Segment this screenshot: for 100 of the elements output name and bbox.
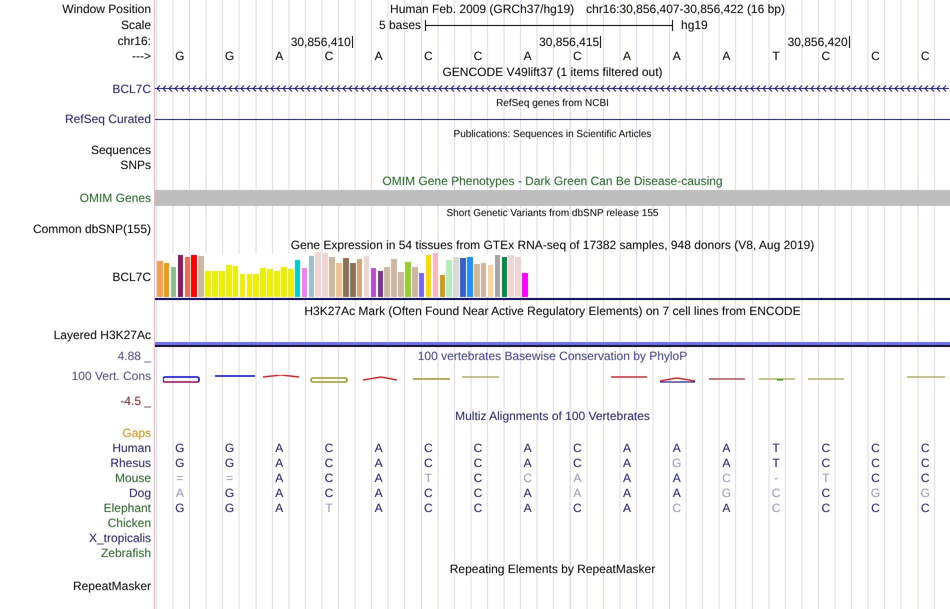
track-label[interactable]: X_tropicalis xyxy=(88,532,151,544)
position-tick: 30,856,415 xyxy=(539,36,602,48)
base-letter: C xyxy=(424,502,433,514)
base-letter: C xyxy=(920,456,930,468)
base-letter: C xyxy=(871,50,880,62)
base-letter: C xyxy=(573,442,582,454)
position-tick: 30,856,410 xyxy=(290,36,353,48)
track-label[interactable]: 4.88 _ xyxy=(118,350,151,362)
gene-strand-drawing[interactable] xyxy=(155,84,949,93)
base-letter: C xyxy=(920,472,930,484)
base-letter: A xyxy=(275,442,284,454)
base-letter: T xyxy=(424,472,432,484)
base-letter: A xyxy=(623,472,632,484)
track-label[interactable]: Layered H3K27Ac xyxy=(54,328,151,340)
base-letter: A xyxy=(374,50,383,62)
base-letter: A xyxy=(275,486,284,498)
base-letter: - xyxy=(774,472,778,484)
base-letter: G xyxy=(870,486,880,498)
track-label[interactable]: ---> xyxy=(132,50,151,62)
base-letter: A xyxy=(573,486,582,498)
base-letter: G xyxy=(224,486,234,498)
track-label[interactable]: Common dbSNP(155) xyxy=(32,222,151,234)
track-label[interactable]: chr16: xyxy=(118,34,151,46)
track-label[interactable]: Human xyxy=(112,442,151,454)
base-letter: C xyxy=(772,502,780,514)
base-letter: C xyxy=(871,502,880,514)
track-label[interactable]: Window Position xyxy=(62,2,151,14)
base-letter: A xyxy=(275,456,284,468)
base-letter: A xyxy=(722,502,730,514)
track-label[interactable]: RefSeq Curated xyxy=(64,113,151,125)
base-letter: A xyxy=(524,456,532,468)
base-letter: G xyxy=(672,456,682,468)
base-letter: A xyxy=(374,472,383,484)
base-letter: A xyxy=(524,442,532,454)
base-letter: A xyxy=(374,442,383,454)
base-letter: C xyxy=(324,472,334,484)
base-letter: A xyxy=(623,486,632,498)
track-label[interactable]: BCL7C xyxy=(112,270,151,282)
base-letter: A xyxy=(722,442,730,454)
track-title: Multiz Alignments of 100 Vertebrates xyxy=(455,410,650,422)
scale-text: 5 bases xyxy=(379,19,422,31)
track-label[interactable]: RepeatMasker xyxy=(72,580,151,592)
track-label[interactable]: OMIM Genes xyxy=(80,192,151,204)
base-letter: T xyxy=(772,442,780,454)
track-label[interactable]: Elephant xyxy=(104,502,151,514)
track-label[interactable]: Dog xyxy=(128,486,151,498)
base-letter: A xyxy=(623,502,632,514)
track-title: H3K27Ac Mark (Often Found Near Active Regulatory Elements) on 7 cell lines from ENCODE xyxy=(304,305,801,317)
track-label[interactable]: Chicken xyxy=(108,516,151,528)
base-letter: C xyxy=(474,442,482,454)
track-label[interactable]: Sequences xyxy=(90,144,151,156)
base-letter: G xyxy=(920,486,930,498)
base-letter: A xyxy=(176,486,184,498)
base-letter: C xyxy=(821,502,830,514)
track-label[interactable]: Zebrafish xyxy=(100,546,151,558)
base-letter: C xyxy=(474,50,482,62)
track-label[interactable]: BCL7C xyxy=(112,82,151,94)
scale-db: hg19 xyxy=(680,19,708,31)
base-letter: C xyxy=(523,472,532,484)
base-letter: T xyxy=(325,502,333,514)
base-letter: C xyxy=(920,50,930,62)
track-label[interactable]: Mouse xyxy=(114,472,151,484)
base-letter: T xyxy=(772,456,780,468)
track-label[interactable]: SNPs xyxy=(120,158,151,170)
base-letter: G xyxy=(224,502,234,514)
base-letter: C xyxy=(920,442,930,454)
base-letter: G xyxy=(175,50,185,62)
base-letter: C xyxy=(324,456,334,468)
base-letter: C xyxy=(424,456,433,468)
base-letter: C xyxy=(573,502,582,514)
base-letter: C xyxy=(722,472,731,484)
base-letter: C xyxy=(424,442,433,454)
base-letter: C xyxy=(324,50,334,62)
base-letter: A xyxy=(623,50,632,62)
base-letter: C xyxy=(871,456,880,468)
track-label[interactable]: Scale xyxy=(120,19,151,31)
track-label[interactable]: -4.5 _ xyxy=(120,395,151,407)
base-letter: G xyxy=(175,456,185,468)
base-letter: C xyxy=(424,486,433,498)
base-letter: A xyxy=(623,442,632,454)
base-letter: C xyxy=(821,442,830,454)
track-title: OMIM Gene Phenotypes - Dark Green Can Be Disease-causing xyxy=(382,174,723,186)
base-letter: C xyxy=(324,486,334,498)
track-label[interactable]: 100 Vert. Cons xyxy=(72,370,151,382)
base-letter: C xyxy=(871,472,880,484)
base-letter: C xyxy=(474,472,482,484)
base-letter: A xyxy=(374,502,383,514)
base-letter: C xyxy=(573,50,582,62)
track-title: GENCODE V49lift37 (1 items filtered out) xyxy=(442,66,663,78)
base-letter: A xyxy=(722,456,730,468)
base-letter: A xyxy=(275,502,284,514)
base-letter: A xyxy=(672,486,681,498)
base-letter: = xyxy=(176,472,184,484)
track-title: Gene Expression in 54 tissues from GTEx RNA-seq of 17382 samples, 948 donors (V8, Aug 2019) xyxy=(290,238,814,250)
base-letter: A xyxy=(672,442,681,454)
assembly-name: Human Feb. 2009 (GRCh37/hg19) xyxy=(390,2,574,14)
base-letter: A xyxy=(623,456,632,468)
base-letter: A xyxy=(722,50,730,62)
signal-band[interactable] xyxy=(155,342,950,347)
track-label[interactable]: Rhesus xyxy=(110,456,151,468)
